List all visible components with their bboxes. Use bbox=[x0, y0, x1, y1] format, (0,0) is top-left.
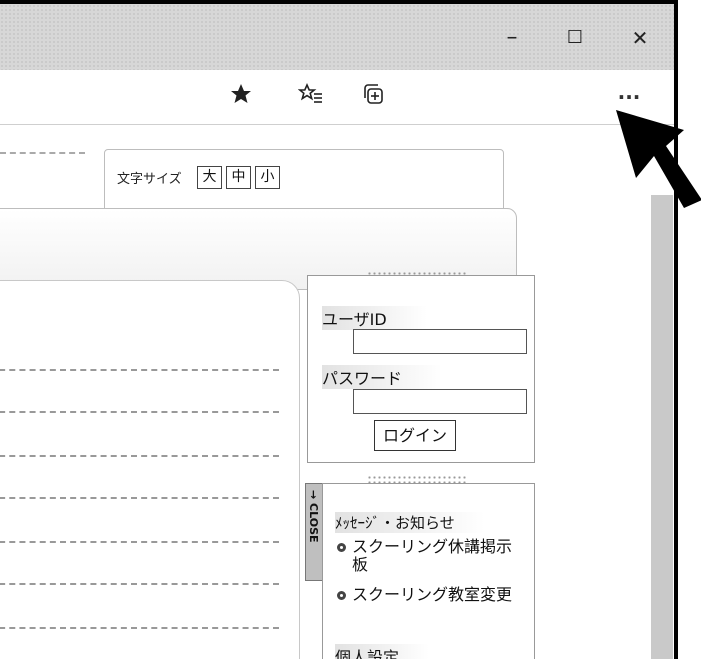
page-content: 文字サイズ 大 中 小 ユーザID パスワード ログイン → CLOSE ﾒｯｾ… bbox=[0, 125, 674, 659]
message-link-schooling-cancel[interactable]: スクーリング休講掲示板 bbox=[337, 538, 527, 574]
divider bbox=[0, 411, 279, 413]
favorites-list-icon bbox=[297, 83, 322, 103]
login-card: ユーザID パスワード ログイン bbox=[307, 275, 535, 463]
divider bbox=[0, 497, 279, 499]
favorites-button[interactable] bbox=[296, 82, 326, 112]
browser-toolbar: ··· bbox=[0, 70, 674, 125]
bullet-icon bbox=[337, 591, 346, 600]
font-size-medium-button[interactable]: 中 bbox=[226, 166, 251, 189]
font-size-label: 文字サイズ bbox=[117, 172, 182, 187]
font-size-small-button[interactable]: 小 bbox=[255, 166, 280, 189]
close-tab-label: → CLOSE bbox=[307, 490, 320, 543]
maximize-icon: ☐ bbox=[566, 27, 584, 48]
divider bbox=[0, 627, 279, 629]
password-input[interactable] bbox=[353, 389, 527, 414]
messages-title: ﾒｯｾｰｼﾞ・お知らせ bbox=[335, 512, 485, 533]
collections-button[interactable] bbox=[358, 82, 388, 112]
maximize-button[interactable]: ☐ bbox=[555, 18, 595, 58]
bullet-icon bbox=[337, 543, 346, 552]
top-left-rule bbox=[0, 152, 85, 154]
message-link-classroom-change[interactable]: スクーリング教室変更 bbox=[337, 586, 527, 604]
messages-card: ﾒｯｾｰｼﾞ・お知らせ スクーリング休講掲示板 スクーリング教室変更 個人設定 bbox=[322, 483, 535, 659]
divider bbox=[0, 369, 279, 371]
font-size-panel: 文字サイズ 大 中 小 bbox=[104, 149, 504, 213]
title-bar: – ☐ ✕ bbox=[0, 4, 674, 70]
user-id-input[interactable] bbox=[353, 329, 527, 354]
message-item-label: スクーリング休講掲示板 bbox=[352, 537, 513, 574]
user-id-label: ユーザID bbox=[322, 306, 427, 330]
pointer-arrow-icon bbox=[616, 110, 701, 208]
close-window-button[interactable]: ✕ bbox=[620, 18, 660, 58]
divider bbox=[0, 583, 279, 585]
close-side-tab[interactable]: → CLOSE bbox=[305, 483, 323, 581]
star-icon bbox=[231, 84, 251, 103]
main-left-panel bbox=[0, 280, 300, 659]
more-icon: ··· bbox=[617, 85, 641, 109]
collections-icon bbox=[364, 84, 383, 104]
minimize-icon: – bbox=[506, 25, 518, 50]
divider bbox=[0, 541, 279, 543]
password-label: パスワード bbox=[322, 365, 443, 389]
message-item-label: スクーリング教室変更 bbox=[352, 585, 513, 604]
browser-window: – ☐ ✕ ··· 文字サイズ 大 中 小 ユーザID パスワード ログイン →… bbox=[0, 0, 678, 659]
login-button[interactable]: ログイン bbox=[374, 420, 456, 451]
favorite-star-button[interactable] bbox=[226, 82, 256, 112]
font-size-large-button[interactable]: 大 bbox=[197, 166, 222, 189]
minimize-button[interactable]: – bbox=[492, 18, 532, 58]
close-icon: ✕ bbox=[631, 26, 649, 50]
divider bbox=[0, 455, 279, 457]
vertical-scrollbar[interactable] bbox=[651, 195, 673, 659]
personal-settings-title: 個人設定 bbox=[335, 644, 430, 659]
